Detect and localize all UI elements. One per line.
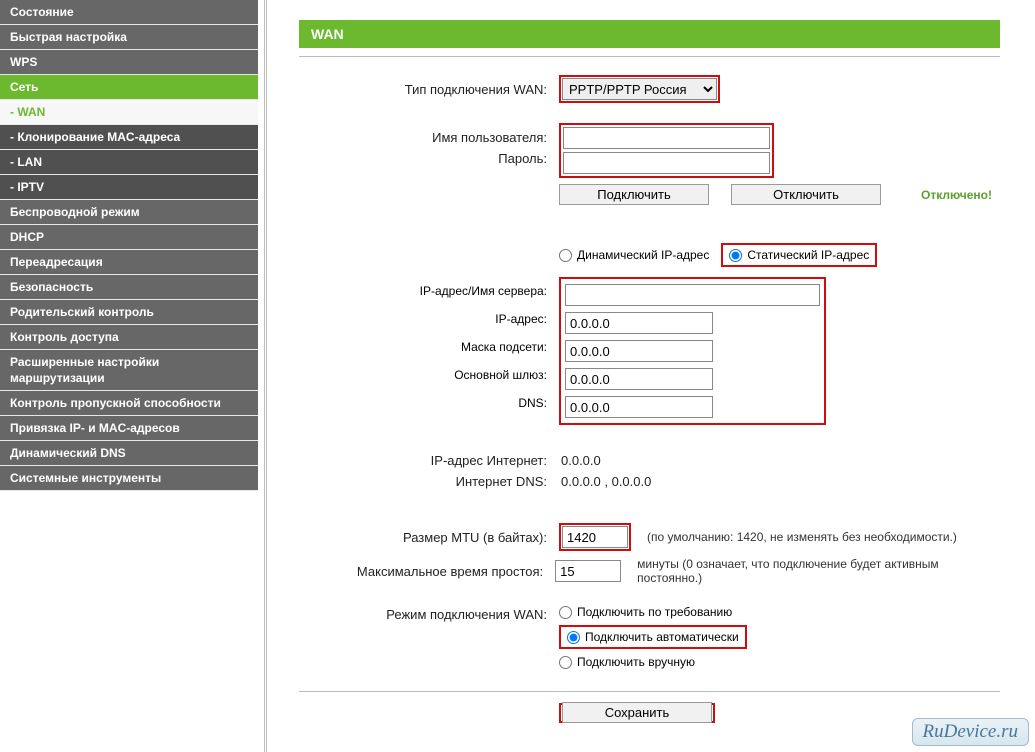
- ip-label: IP-адрес:: [299, 305, 547, 333]
- dns-label: DNS:: [299, 389, 547, 417]
- password-label: Пароль:: [299, 151, 559, 166]
- save-button[interactable]: Сохранить: [562, 702, 712, 723]
- separator-bottom: [299, 691, 1000, 692]
- sidebar-item-15[interactable]: Контроль пропускной способности: [0, 391, 258, 416]
- server-input[interactable]: [565, 284, 820, 306]
- sidebar-item-4[interactable]: - WAN: [0, 100, 258, 125]
- mask-input[interactable]: [565, 340, 713, 362]
- watermark: RuDevice.ru: [912, 718, 1029, 746]
- idle-label: Максимальное время простоя:: [299, 564, 555, 579]
- sidebar-item-10[interactable]: Переадресация: [0, 250, 258, 275]
- internet-ip-label: IP-адрес Интернет:: [299, 453, 559, 468]
- sidebar-item-11[interactable]: Безопасность: [0, 275, 258, 300]
- idle-note: минуты (0 означает, что подключение буде…: [637, 557, 1000, 585]
- static-ip-radio[interactable]: Статический IP-адрес: [729, 248, 869, 262]
- internet-dns-value: 0.0.0.0 , 0.0.0.0: [559, 474, 651, 489]
- sidebar: СостояниеБыстрая настройкаWPSСеть- WAN- …: [0, 0, 258, 752]
- dns-input[interactable]: [565, 396, 713, 418]
- internet-dns-label: Интернет DNS:: [299, 474, 559, 489]
- wan-type-label: Тип подключения WAN:: [299, 82, 559, 97]
- server-label: IP-адрес/Имя сервера:: [299, 277, 547, 305]
- main-panel: WAN Тип подключения WAN: PPTP/PPTP Росси…: [271, 0, 1035, 752]
- sidebar-item-2[interactable]: WPS: [0, 50, 258, 75]
- sidebar-item-1[interactable]: Быстрая настройка: [0, 25, 258, 50]
- mask-label: Маска подсети:: [299, 333, 547, 361]
- sidebar-item-0[interactable]: Состояние: [0, 0, 258, 25]
- sidebar-item-12[interactable]: Родительский контроль: [0, 300, 258, 325]
- connect-button[interactable]: Подключить: [559, 184, 709, 205]
- gw-input[interactable]: [565, 368, 713, 390]
- divider: [258, 0, 271, 752]
- dynamic-ip-radio[interactable]: Динамический IP-адрес: [559, 248, 709, 262]
- ip-input[interactable]: [565, 312, 713, 334]
- page-title: WAN: [299, 20, 1000, 48]
- gw-label: Основной шлюз:: [299, 361, 547, 389]
- manual-connect-radio[interactable]: Подключить вручную: [559, 655, 747, 669]
- internet-ip-value: 0.0.0.0: [559, 453, 601, 468]
- auto-connect-radio[interactable]: Подключить автоматически: [567, 630, 739, 644]
- sidebar-item-5[interactable]: - Клонирование MAC-адреса: [0, 125, 258, 150]
- mtu-input[interactable]: [562, 526, 628, 548]
- sidebar-item-7[interactable]: - IPTV: [0, 175, 258, 200]
- wan-type-select[interactable]: PPTP/PPTP Россия: [562, 78, 717, 100]
- sidebar-item-9[interactable]: DHCP: [0, 225, 258, 250]
- sidebar-item-8[interactable]: Беспроводной режим: [0, 200, 258, 225]
- mtu-label: Размер MTU (в байтах):: [299, 530, 559, 545]
- idle-input[interactable]: [555, 560, 621, 582]
- on-demand-radio[interactable]: Подключить по требованию: [559, 605, 747, 619]
- mtu-note: (по умолчанию: 1420, не изменять без нео…: [647, 530, 957, 544]
- sidebar-item-17[interactable]: Динамический DNS: [0, 441, 258, 466]
- disconnect-button[interactable]: Отключить: [731, 184, 881, 205]
- sidebar-item-3[interactable]: Сеть: [0, 75, 258, 100]
- sidebar-item-13[interactable]: Контроль доступа: [0, 325, 258, 350]
- username-label: Имя пользователя:: [299, 130, 559, 145]
- connection-status: Отключено!: [921, 188, 992, 202]
- sidebar-item-14[interactable]: Расширенные настройки маршрутизации: [0, 350, 258, 391]
- sidebar-item-6[interactable]: - LAN: [0, 150, 258, 175]
- separator: [299, 56, 1000, 57]
- sidebar-item-18[interactable]: Системные инструменты: [0, 466, 258, 491]
- sidebar-item-16[interactable]: Привязка IP- и MAC-адресов: [0, 416, 258, 441]
- sidebar-menu: СостояниеБыстрая настройкаWPSСеть- WAN- …: [0, 0, 258, 491]
- conn-mode-label: Режим подключения WAN:: [299, 605, 559, 622]
